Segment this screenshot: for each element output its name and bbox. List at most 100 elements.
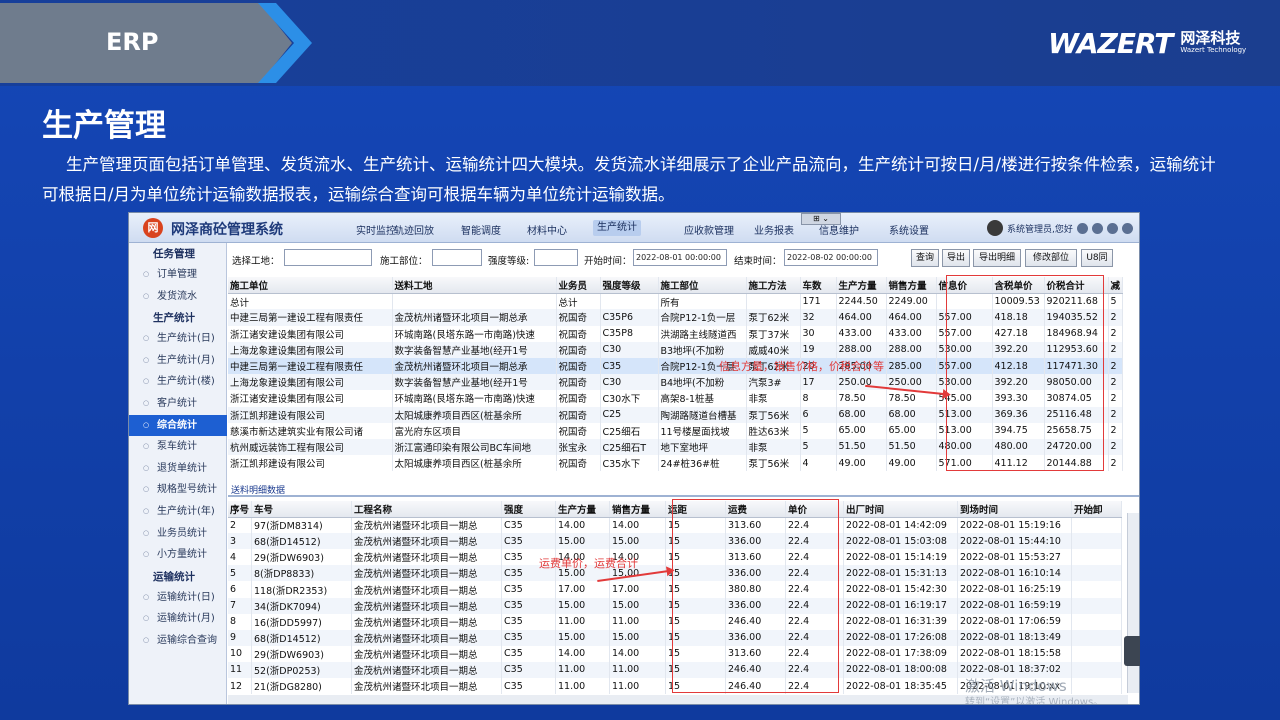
sidebar-item[interactable]: 客户统计 bbox=[129, 393, 227, 414]
filter-button[interactable]: U8同 bbox=[1081, 249, 1113, 267]
table-cell: 7 bbox=[228, 597, 253, 614]
table-cell: 2 bbox=[1108, 390, 1123, 407]
column-header[interactable]: 工程名称 bbox=[351, 501, 503, 518]
table-cell: 环城南路(艮塔东路一市南路)快速 bbox=[392, 390, 557, 407]
column-header[interactable]: 施工方法 bbox=[746, 277, 801, 294]
sidebar-item[interactable]: 运输统计(月) bbox=[129, 608, 227, 629]
sidebar-item[interactable]: 小方量统计 bbox=[129, 544, 227, 565]
sidebar-item[interactable]: 生产统计(楼) bbox=[129, 371, 227, 392]
vertical-scrollbar[interactable] bbox=[1127, 513, 1139, 693]
table-cell: 68.00 bbox=[886, 406, 937, 423]
column-header[interactable]: 生产方量 bbox=[836, 277, 887, 294]
table-cell: 433.00 bbox=[886, 325, 937, 342]
site-input[interactable] bbox=[284, 249, 372, 266]
table-cell: 合院P12-1负一层 bbox=[658, 309, 747, 326]
app-screenshot-window: 网 网泽商砼管理系统 ⊞ ⌄ 实时监控 轨迹回放 智能调度 材料中心 生产统计 应收款管理… bbox=[128, 212, 1140, 705]
sidebar-item[interactable]: 订单管理 bbox=[129, 264, 227, 285]
highlight-box-pricing bbox=[946, 275, 1104, 471]
table-cell: 2 bbox=[1108, 438, 1123, 456]
table-cell: 6 bbox=[800, 406, 837, 423]
filter-button[interactable]: 修改部位 bbox=[1025, 249, 1077, 267]
nav-item[interactable]: 轨迹回放 bbox=[394, 222, 434, 237]
column-header[interactable]: 出厂时间 bbox=[843, 501, 959, 518]
nav-item[interactable]: 材料中心 bbox=[527, 222, 567, 237]
filter-button[interactable]: 导出 bbox=[942, 249, 970, 267]
filter-button[interactable]: 导出明细 bbox=[973, 249, 1021, 267]
sidebar-item[interactable]: 退货单统计 bbox=[129, 458, 227, 479]
sidebar-item[interactable]: 综合统计 bbox=[129, 414, 227, 436]
nav-item[interactable]: 生产统计 bbox=[593, 220, 641, 236]
table-cell: 泵丁37米 bbox=[746, 325, 801, 342]
table-cell: 34(浙DK7094) bbox=[251, 597, 353, 614]
table-cell: 16(浙DD5997) bbox=[251, 613, 353, 630]
column-header[interactable]: 生产方量 bbox=[555, 501, 611, 518]
column-header[interactable]: 销售方量 bbox=[609, 501, 667, 518]
table-cell bbox=[746, 293, 801, 310]
table-cell: 2022-08-01 15:44:10 bbox=[957, 533, 1073, 550]
table-cell: 2 bbox=[1108, 309, 1123, 326]
sidebar-group-title[interactable]: 运输统计 bbox=[129, 568, 227, 586]
sidebar-item[interactable]: 生产统计(年) bbox=[129, 501, 227, 522]
column-header[interactable]: 施工单位 bbox=[228, 277, 393, 294]
table-cell: 威威40米 bbox=[746, 341, 801, 358]
home-icon[interactable] bbox=[1076, 222, 1088, 234]
table-cell: 433.00 bbox=[836, 325, 887, 342]
column-header[interactable]: 序号 bbox=[228, 501, 253, 518]
part-input[interactable] bbox=[432, 249, 482, 266]
end-time-input[interactable]: 2022-08-02 00:00:00 bbox=[784, 249, 878, 266]
column-header[interactable]: 减 bbox=[1108, 277, 1123, 294]
table-cell: 2 bbox=[1108, 325, 1123, 342]
column-header[interactable]: 送料工地 bbox=[392, 277, 557, 294]
table-cell: 464.00 bbox=[836, 309, 887, 326]
column-header[interactable]: 强度 bbox=[501, 501, 557, 518]
column-header[interactable]: 车数 bbox=[800, 277, 837, 294]
nav-item[interactable]: 智能调度 bbox=[461, 222, 501, 237]
sidebar-item[interactable]: 生产统计(日) bbox=[129, 328, 227, 349]
column-header[interactable]: 销售方量 bbox=[886, 277, 937, 294]
splitter[interactable] bbox=[228, 495, 1139, 497]
table-cell: 金茂杭州诸暨环北项目一期总 bbox=[351, 661, 503, 679]
table-cell: C25 bbox=[600, 406, 659, 423]
sidebar-group-title[interactable]: 生产统计 bbox=[129, 309, 227, 327]
table-cell: 2 bbox=[228, 517, 253, 534]
column-header[interactable]: 业务员 bbox=[556, 277, 601, 294]
nav-item[interactable]: 应收款管理 bbox=[684, 222, 734, 237]
avatar[interactable] bbox=[987, 220, 1003, 236]
table-cell: 太阳城康养项目西区(桩基余所 bbox=[392, 455, 557, 472]
power-icon[interactable] bbox=[1121, 222, 1133, 234]
sidebar-group-title[interactable]: 任务管理 bbox=[129, 245, 227, 263]
gear-icon[interactable] bbox=[1091, 222, 1103, 234]
sidebar-item[interactable]: 运输综合查询 bbox=[129, 630, 227, 651]
table-cell: 12 bbox=[228, 678, 253, 695]
nav-item[interactable]: 信息维护 bbox=[819, 222, 859, 237]
table-cell: 15.00 bbox=[609, 533, 667, 550]
sidebar-item[interactable]: 规格型号统计 bbox=[129, 479, 227, 500]
table-cell: 11.00 bbox=[609, 678, 667, 695]
column-header[interactable]: 车号 bbox=[251, 501, 353, 518]
sidebar-item[interactable]: 业务员统计 bbox=[129, 523, 227, 544]
table-cell: 金茂杭州诸暨环北项目一期总 bbox=[351, 581, 503, 598]
table-cell: 中建三局第一建设工程有限责任 bbox=[228, 357, 393, 375]
table-cell: C35 bbox=[501, 517, 557, 534]
nav-item[interactable]: 系统设置 bbox=[889, 222, 929, 237]
table-cell: C35P6 bbox=[600, 309, 659, 326]
sidebar-item[interactable]: 泵车统计 bbox=[129, 436, 227, 457]
column-header[interactable]: 开始卸 bbox=[1071, 501, 1123, 518]
table-cell: 2 bbox=[1108, 357, 1123, 375]
table-cell: 17.00 bbox=[555, 581, 611, 598]
column-header[interactable]: 施工部位 bbox=[658, 277, 747, 294]
start-time-input[interactable]: 2022-08-01 00:00:00 bbox=[633, 249, 727, 266]
grade-input[interactable] bbox=[534, 249, 578, 266]
sidebar-item[interactable]: 发货流水 bbox=[129, 286, 227, 307]
sidebar-item[interactable]: 生产统计(月) bbox=[129, 350, 227, 371]
table-cell: 68(浙D14512) bbox=[251, 533, 353, 550]
column-header[interactable]: 强度等级 bbox=[600, 277, 659, 294]
side-handle[interactable] bbox=[1124, 636, 1140, 666]
sidebar-item[interactable]: 运输统计(日) bbox=[129, 587, 227, 608]
nav-item[interactable]: 业务报表 bbox=[754, 222, 794, 237]
filter-button[interactable]: 查询 bbox=[911, 249, 939, 267]
table-cell: 浙江凯邦建设有限公司 bbox=[228, 455, 393, 472]
close-icon[interactable] bbox=[1106, 222, 1118, 234]
column-header[interactable]: 到场时间 bbox=[957, 501, 1073, 518]
nav-item[interactable]: 实时监控 bbox=[356, 222, 396, 237]
